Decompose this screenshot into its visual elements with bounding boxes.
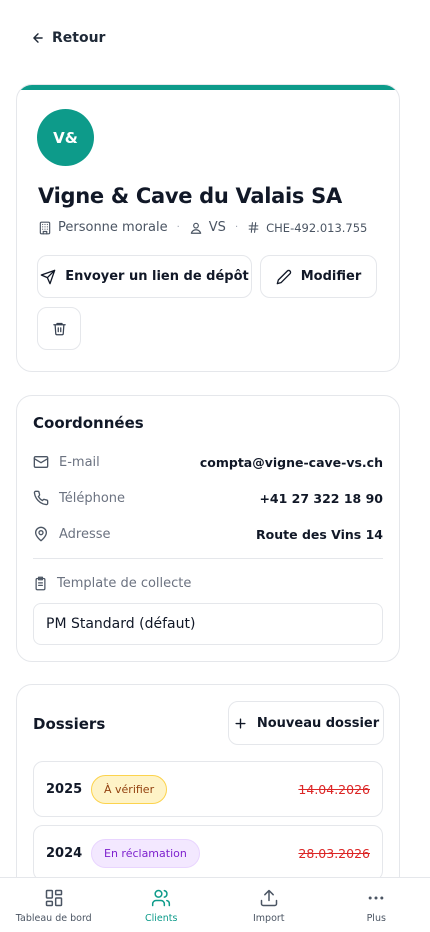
back-label: Retour — [52, 30, 106, 46]
map-pin-icon — [33, 526, 49, 542]
back-link[interactable]: Retour — [31, 28, 105, 48]
client-profile-card: V& Vigne & Cave du Valais SA Personne mo… — [16, 84, 400, 372]
tab-label: Import — [252, 913, 285, 924]
dossier-deadline: 28.03.2026 — [298, 845, 370, 861]
phone-row: Téléphone +41 27 322 18 90 — [33, 488, 383, 508]
email-label: E-mail — [59, 454, 100, 470]
dashboard-icon — [44, 888, 64, 908]
bottom-tab-bar: Tableau de bord Clients Import Plus — [0, 877, 430, 932]
tab-label: Tableau de bord — [15, 913, 92, 924]
avatar: V& — [37, 109, 94, 166]
address-row: Adresse Route des Vins 14 — [33, 524, 383, 544]
card-accent-bar — [17, 85, 399, 90]
phone-label: Téléphone — [59, 490, 126, 506]
tab-clients[interactable]: Clients — [108, 878, 216, 932]
client-canton: VS — [208, 220, 226, 235]
phone-value[interactable]: +41 27 322 18 90 — [259, 491, 383, 506]
section-title: Dossiers — [33, 715, 106, 733]
template-label-row: Template de collecte — [33, 576, 191, 591]
new-dossier-label: Nouveau dossier — [256, 715, 380, 731]
status-badge: En réclamation — [91, 838, 200, 868]
upload-icon — [259, 888, 279, 908]
dossier-deadline: 14.04.2026 — [298, 781, 370, 797]
status-badge: À vérifier — [91, 774, 168, 804]
dossier-row[interactable]: 2024 En réclamation 28.03.2026 — [33, 825, 383, 881]
address-label: Adresse — [59, 526, 111, 542]
send-deposit-link-button[interactable]: Envoyer un lien de dépôt — [37, 255, 252, 298]
separator-dot: · — [234, 222, 239, 233]
more-icon — [366, 888, 386, 908]
section-title: Coordonnées — [33, 414, 144, 432]
new-dossier-button[interactable]: Nouveau dossier — [228, 701, 384, 745]
contact-details-card: Coordonnées E-mail compta@vigne-cave-vs.… — [16, 395, 400, 662]
location-user-icon — [189, 221, 203, 235]
phone-icon — [33, 490, 49, 506]
dossier-year: 2025 — [46, 781, 83, 797]
tab-dashboard[interactable]: Tableau de bord — [0, 878, 108, 932]
building-icon — [38, 221, 52, 235]
page-title: Vigne & Cave du Valais SA — [38, 184, 342, 208]
plus-icon — [233, 716, 248, 731]
delete-button[interactable] — [37, 307, 81, 350]
hash-icon — [247, 221, 260, 234]
users-icon — [151, 888, 171, 908]
address-value: Route des Vins 14 — [256, 526, 383, 542]
pencil-icon — [276, 269, 292, 285]
client-meta: Personne morale · VS · CHE-492.013.755 — [38, 220, 367, 235]
email-value[interactable]: compta@vigne-cave-vs.ch — [200, 455, 383, 470]
tab-label: Plus — [366, 913, 386, 924]
send-button-label: Envoyer un lien de dépôt — [65, 269, 249, 284]
email-row: E-mail compta@vigne-cave-vs.ch — [33, 452, 383, 472]
edit-button[interactable]: Modifier — [260, 255, 377, 298]
edit-button-label: Modifier — [300, 269, 362, 284]
dossier-row[interactable]: 2025 À vérifier 14.04.2026 — [33, 761, 383, 817]
tab-more[interactable]: Plus — [323, 878, 430, 932]
template-select[interactable]: PM Standard (défaut) — [33, 603, 383, 645]
trash-icon — [52, 321, 67, 336]
client-uid: CHE-492.013.755 — [266, 220, 368, 235]
separator-dot: · — [176, 222, 180, 233]
mail-icon — [33, 454, 49, 470]
clipboard-list-icon — [33, 576, 48, 591]
send-icon — [40, 269, 56, 285]
tab-label: Clients — [145, 913, 178, 924]
arrow-left-icon — [31, 31, 45, 45]
dossier-year: 2024 — [46, 845, 83, 861]
divider — [33, 558, 383, 559]
client-type: Personne morale — [58, 220, 168, 235]
template-label: Template de collecte — [57, 576, 192, 591]
tab-import[interactable]: Import — [215, 878, 323, 932]
